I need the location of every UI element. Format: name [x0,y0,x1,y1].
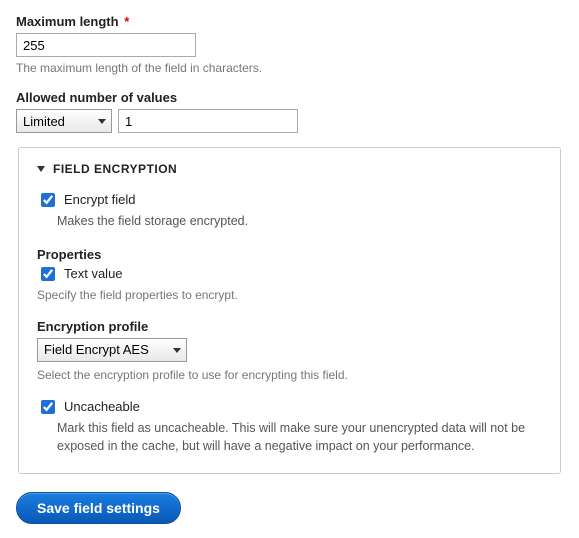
properties-block: Properties Text value Specify the field … [37,247,542,303]
uncacheable-row: Uncacheable [37,399,542,417]
encrypt-field-label: Encrypt field [64,192,136,207]
disclosure-triangle-icon [37,166,45,172]
text-value-checkbox[interactable] [41,267,55,281]
required-marker: * [124,14,129,29]
cardinality-number-input[interactable] [118,109,298,133]
save-button[interactable]: Save field settings [16,492,181,524]
cardinality-mode-wrap: Limited [16,109,112,133]
field-encryption-fieldset: Field Encryption Encrypt field Makes the… [18,147,561,474]
max-length-label-text: Maximum length [16,14,119,29]
max-length-field: Maximum length * The maximum length of t… [16,14,563,76]
uncacheable-label: Uncacheable [64,399,140,414]
encryption-profile-description: Select the encryption profile to use for… [37,367,542,383]
uncacheable-description: Mark this field as uncacheable. This wil… [57,420,542,455]
encrypt-field-block: Encrypt field Makes the field storage en… [37,192,542,231]
cardinality-field: Allowed number of values Limited [16,90,563,133]
encrypt-field-description: Makes the field storage encrypted. [57,213,542,231]
encryption-profile-block: Encryption profile Field Encrypt AES Sel… [37,319,542,383]
properties-heading: Properties [37,247,542,262]
max-length-description: The maximum length of the field in chara… [16,60,563,76]
encryption-profile-label: Encryption profile [37,319,542,334]
properties-description: Specify the field properties to encrypt. [37,287,542,303]
encrypt-field-row: Encrypt field [37,192,542,210]
field-encryption-legend[interactable]: Field Encryption [37,162,542,176]
text-value-row: Text value [37,266,542,284]
cardinality-row: Limited [16,109,563,133]
text-value-label: Text value [64,266,123,281]
max-length-label: Maximum length * [16,14,563,29]
cardinality-label: Allowed number of values [16,90,563,105]
uncacheable-block: Uncacheable Mark this field as uncacheab… [37,399,542,455]
field-encryption-legend-text: Field Encryption [53,162,177,176]
cardinality-mode-select[interactable]: Limited [16,109,112,133]
encryption-profile-wrap: Field Encrypt AES [37,338,187,362]
encryption-profile-select[interactable]: Field Encrypt AES [37,338,187,362]
max-length-input[interactable] [16,33,196,57]
encrypt-field-checkbox[interactable] [41,193,55,207]
uncacheable-checkbox[interactable] [41,400,55,414]
